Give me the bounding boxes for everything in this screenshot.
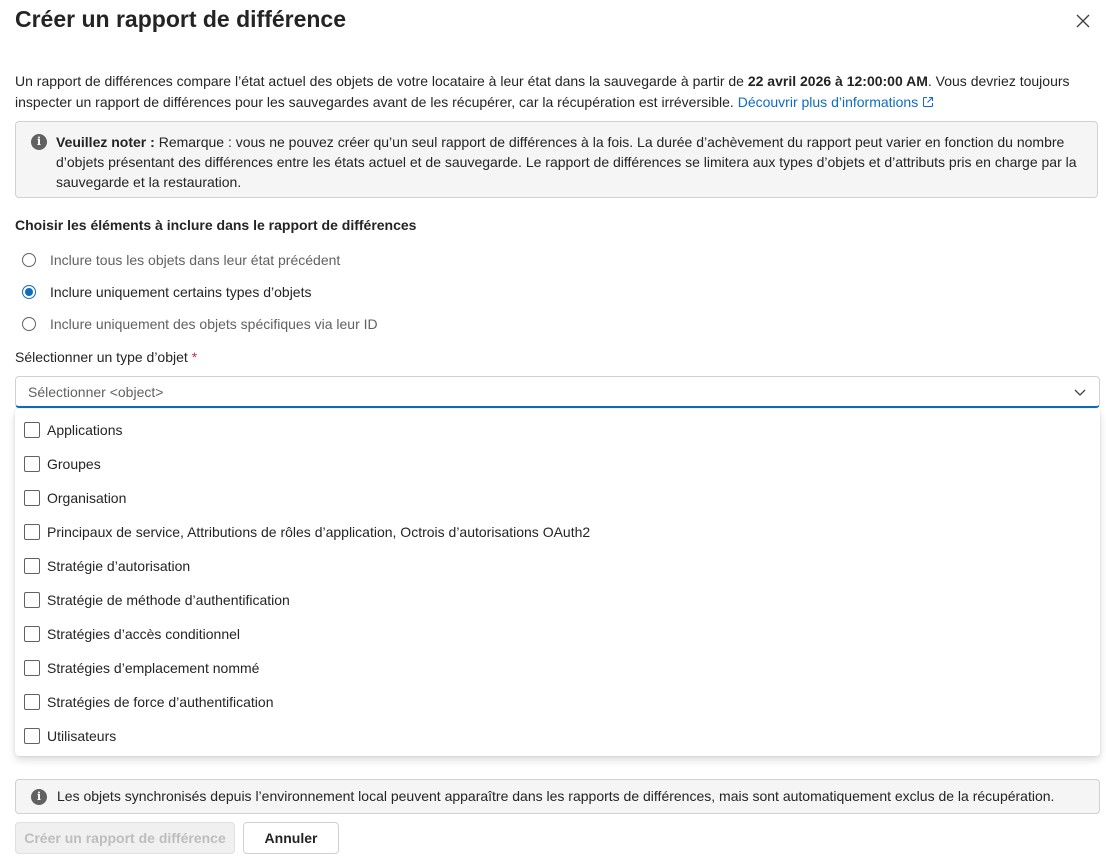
- close-button[interactable]: [1073, 11, 1093, 31]
- notice-label: Veuillez noter :: [56, 134, 155, 150]
- notice-text: Veuillez noter : Remarque : vous ne pouv…: [56, 132, 1086, 192]
- radio-label: Inclure uniquement des objets spécifique…: [50, 316, 378, 332]
- radio-circle[interactable]: [22, 317, 36, 331]
- radio-label: Inclure tous les objets dans leur état p…: [50, 252, 341, 268]
- external-link-icon: [923, 97, 934, 107]
- option-service-principals[interactable]: Principaux de service, Attributions de r…: [24, 524, 590, 540]
- choose-title: Choisir les éléments à inclure dans le r…: [15, 217, 417, 233]
- checkbox[interactable]: [24, 524, 40, 540]
- option-auth-strength[interactable]: Stratégies de force d’authentification: [24, 694, 273, 710]
- checkbox[interactable]: [24, 490, 40, 506]
- radio-specific-ids[interactable]: Inclure uniquement des objets spécifique…: [22, 316, 378, 332]
- checkbox[interactable]: [24, 660, 40, 676]
- option-applications[interactable]: Applications: [24, 422, 123, 438]
- checkbox[interactable]: [24, 456, 40, 472]
- close-icon: [1076, 14, 1090, 28]
- cancel-button[interactable]: Annuler: [243, 822, 339, 854]
- radio-circle[interactable]: [22, 253, 36, 267]
- option-label: Applications: [47, 422, 123, 438]
- radio-object-types[interactable]: Inclure uniquement certains types d’obje…: [22, 284, 311, 300]
- info-icon: i: [31, 789, 47, 805]
- intro-date: 22 avril 2026 à 12:00:00 AM: [747, 73, 928, 89]
- option-conditional-access[interactable]: Stratégies d’accès conditionnel: [24, 626, 240, 642]
- notice-body: Remarque : vous ne pouvez créer qu’un se…: [56, 134, 1077, 190]
- checkbox[interactable]: [24, 558, 40, 574]
- option-label: Utilisateurs: [47, 728, 117, 744]
- option-users[interactable]: Utilisateurs: [24, 728, 116, 744]
- intro-text-before: Un rapport de différences compare l’état…: [15, 73, 748, 89]
- radio-circle-selected[interactable]: [22, 285, 36, 299]
- option-label: Organisation: [47, 490, 127, 506]
- object-type-label: Sélectionner un type d’objet *: [15, 349, 197, 365]
- radio-label: Inclure uniquement certains types d’obje…: [50, 284, 312, 300]
- option-label: Stratégie d’autorisation: [47, 558, 191, 574]
- option-auth-method-policy[interactable]: Stratégie de méthode d’authentification: [24, 592, 290, 608]
- dialog-title: Créer un rapport de différence: [15, 6, 347, 32]
- required-mark: *: [191, 349, 198, 365]
- checkbox[interactable]: [24, 694, 40, 710]
- option-authorization-policy[interactable]: Stratégie d’autorisation: [24, 558, 190, 574]
- option-label: Groupes: [47, 456, 101, 472]
- learn-more-link[interactable]: Découvrir plus d’informations: [738, 94, 935, 110]
- sync-notice-text: Les objets synchronisés depuis l’environ…: [57, 788, 1055, 804]
- option-label: Stratégies de force d’authentification: [47, 694, 274, 710]
- notice-box: i Veuillez noter : Remarque : vous ne po…: [15, 121, 1098, 198]
- radio-all-objects[interactable]: Inclure tous les objets dans leur état p…: [22, 252, 340, 268]
- sync-notice-box: i Les objets synchronisés depuis l’envir…: [15, 779, 1100, 814]
- object-type-dropdown[interactable]: Sélectionner <object>: [15, 376, 1100, 408]
- option-groupes[interactable]: Groupes: [24, 456, 101, 472]
- dropdown-placeholder: Sélectionner <object>: [28, 384, 164, 400]
- checkbox[interactable]: [24, 422, 40, 438]
- option-label: Stratégies d’accès conditionnel: [47, 626, 241, 642]
- chevron-down-icon: [1074, 389, 1086, 396]
- option-named-location[interactable]: Stratégies d’emplacement nommé: [24, 660, 259, 676]
- checkbox[interactable]: [24, 626, 40, 642]
- option-label: Stratégies d’emplacement nommé: [47, 660, 260, 676]
- info-icon: i: [31, 134, 47, 150]
- checkbox[interactable]: [24, 592, 40, 608]
- object-type-listbox: Applications Groupes Organisation Princi…: [15, 409, 1100, 756]
- option-label: Stratégie de méthode d’authentification: [47, 592, 290, 608]
- create-report-button[interactable]: Créer un rapport de différence: [15, 822, 235, 854]
- checkbox[interactable]: [24, 728, 40, 744]
- intro-paragraph: Un rapport de différences compare l’état…: [15, 71, 1095, 113]
- option-organisation[interactable]: Organisation: [24, 490, 126, 506]
- object-type-label-text: Sélectionner un type d’objet: [15, 349, 188, 365]
- learn-more-link-label: Découvrir plus d’informations: [737, 94, 919, 110]
- option-label: Principaux de service, Attributions de r…: [47, 524, 591, 540]
